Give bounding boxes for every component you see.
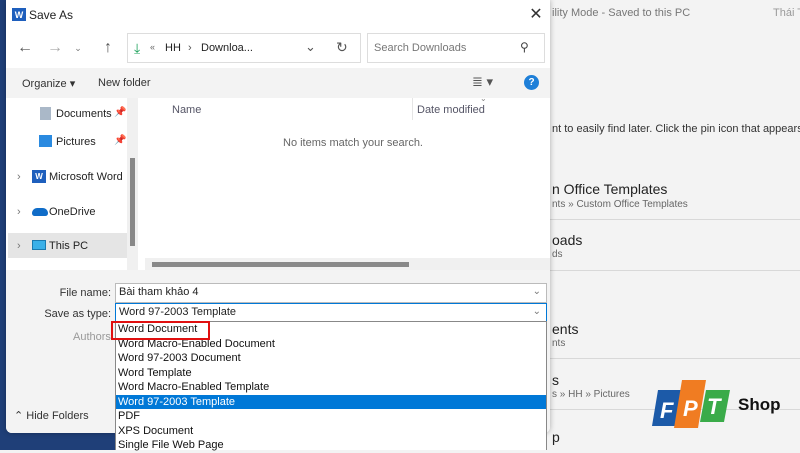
type-option[interactable]: Single File Web Page xyxy=(116,438,546,453)
view-options-icon[interactable]: ≣ ▾ xyxy=(472,74,493,90)
save-as-type-dropdown: Word Document Word Macro-Enabled Documen… xyxy=(115,321,547,453)
new-folder-button[interactable]: New folder xyxy=(98,77,151,89)
empty-message: No items match your search. xyxy=(283,137,423,149)
svg-text:F: F xyxy=(660,398,674,423)
type-option-selected[interactable]: Word 97-2003 Template xyxy=(116,394,546,409)
download-icon: ⤓ xyxy=(134,40,141,56)
search-icon[interactable]: ⚲ xyxy=(520,40,529,54)
word-app-icon: W xyxy=(12,8,26,21)
authors-label: Authors xyxy=(73,331,111,343)
hide-folders-button[interactable]: ⌃ Hide Folders xyxy=(14,409,89,422)
divider xyxy=(550,358,800,359)
up-arrow-icon[interactable]: ↑ xyxy=(98,38,118,58)
this-pc-icon xyxy=(32,240,46,250)
file-name-value[interactable]: Bài tham khảo 4 xyxy=(119,286,199,298)
search-input[interactable]: Search Downloads xyxy=(374,42,466,54)
fpt-shop-text: Shop xyxy=(738,395,781,414)
nav-item-onedrive[interactable]: OneDrive xyxy=(49,206,95,218)
save-as-type-label: Save as type: xyxy=(44,308,111,320)
forward-arrow-icon[interactable]: → xyxy=(45,38,65,58)
recent-folder-path: nts xyxy=(552,338,566,349)
divider xyxy=(550,270,800,271)
expand-chevron-icon[interactable]: › xyxy=(17,171,21,183)
recent-folder-title[interactable]: s xyxy=(552,372,559,388)
expand-chevron-icon[interactable]: › xyxy=(17,240,21,252)
breadcrumb-downloads[interactable]: Downloa... xyxy=(201,42,253,54)
pin-icon[interactable]: 📌 xyxy=(114,135,126,146)
expand-chevron-icon[interactable]: › xyxy=(17,206,21,218)
file-name-label: File name: xyxy=(59,287,111,299)
onedrive-icon xyxy=(32,208,48,216)
type-option[interactable]: PDF xyxy=(116,409,546,424)
address-bar[interactable]: ⤓ « HH › Downloa... ⌄ ↻ xyxy=(127,33,361,63)
help-icon[interactable]: ? xyxy=(524,75,539,90)
recent-folder-title[interactable]: oads xyxy=(552,232,582,248)
recent-locations-chevron-icon[interactable]: ⌄ xyxy=(72,40,84,56)
word-folder-icon: W xyxy=(32,170,46,183)
close-icon[interactable]: ✕ xyxy=(526,4,546,24)
nav-item-this-pc[interactable]: This PC xyxy=(49,240,88,252)
file-name-input[interactable]: Bài tham khảo 4 ⌄ xyxy=(115,283,547,303)
user-name: Thái T xyxy=(773,7,800,19)
word-title-fragment: ility Mode - Saved to this PC xyxy=(552,7,691,19)
search-box[interactable]: Search Downloads ⚲ xyxy=(367,33,545,63)
toolbar xyxy=(6,68,550,98)
type-option[interactable]: Word Template xyxy=(116,366,546,381)
recent-folder-title[interactable]: p xyxy=(552,429,560,445)
chevron-down-icon[interactable]: ⌄ xyxy=(533,286,541,297)
navigation-pane: Documents 📌 Pictures 📌 › W Microsoft Wor… xyxy=(6,98,127,270)
nav-item-microsoft-word[interactable]: Microsoft Word xyxy=(49,171,123,183)
address-dropdown-chevron-icon[interactable]: ⌄ xyxy=(305,39,316,55)
recent-folder-path: ds xyxy=(552,249,563,260)
back-arrow-icon[interactable]: ← xyxy=(15,38,35,58)
highlight-annotation-box xyxy=(111,321,210,340)
address-overflow[interactable]: « xyxy=(150,42,155,52)
recent-folder-path: nts » Custom Office Templates xyxy=(552,199,688,210)
desktop-edge xyxy=(0,432,120,450)
recent-folder-title[interactable]: ents xyxy=(552,321,578,337)
save-as-type-select[interactable]: Word 97-2003 Template ⌄ xyxy=(115,303,547,323)
fpt-shop-logo: F P T xyxy=(652,378,732,435)
breadcrumb-hh[interactable]: HH xyxy=(165,42,181,54)
recent-folder-title[interactable]: n Office Templates xyxy=(552,181,667,197)
nav-item-documents[interactable]: Documents xyxy=(56,108,112,120)
pictures-icon xyxy=(39,135,52,147)
save-as-type-value[interactable]: Word 97-2003 Template xyxy=(119,306,236,318)
column-divider[interactable] xyxy=(412,98,413,120)
svg-text:P: P xyxy=(683,396,698,421)
dialog-title: Save As xyxy=(29,8,74,22)
refresh-icon[interactable]: ↻ xyxy=(336,39,348,56)
organize-button[interactable]: Organize ▾ xyxy=(22,77,75,90)
recent-folder-path: s » HH » Pictures xyxy=(552,389,630,400)
pin-icon[interactable]: 📌 xyxy=(114,107,126,118)
horizontal-scrollbar-thumb[interactable] xyxy=(152,262,409,267)
nav-scrollbar-thumb[interactable] xyxy=(130,158,135,246)
nav-item-pictures[interactable]: Pictures xyxy=(56,136,96,148)
documents-icon xyxy=(40,107,51,120)
chevron-down-icon[interactable]: ⌄ xyxy=(533,306,541,317)
breadcrumb-separator: › xyxy=(188,42,192,54)
type-option[interactable]: Word 97-2003 Document xyxy=(116,351,546,366)
divider xyxy=(550,219,800,220)
svg-text:T: T xyxy=(707,394,722,419)
pin-hint: nt to easily find later. Click the pin i… xyxy=(552,123,800,135)
column-header-date-modified[interactable]: Date modified xyxy=(417,104,485,116)
type-option[interactable]: Word Macro-Enabled Template xyxy=(116,380,546,395)
chevron-up-icon: ⌃ xyxy=(14,410,27,422)
sort-chevron-icon: ⌄ xyxy=(480,94,487,103)
type-option[interactable]: XPS Document xyxy=(116,424,546,439)
column-header-name[interactable]: Name xyxy=(172,104,201,116)
nav-scrollbar[interactable] xyxy=(127,98,138,270)
hide-folders-label: Hide Folders xyxy=(26,410,89,422)
horizontal-scrollbar[interactable] xyxy=(145,258,550,270)
